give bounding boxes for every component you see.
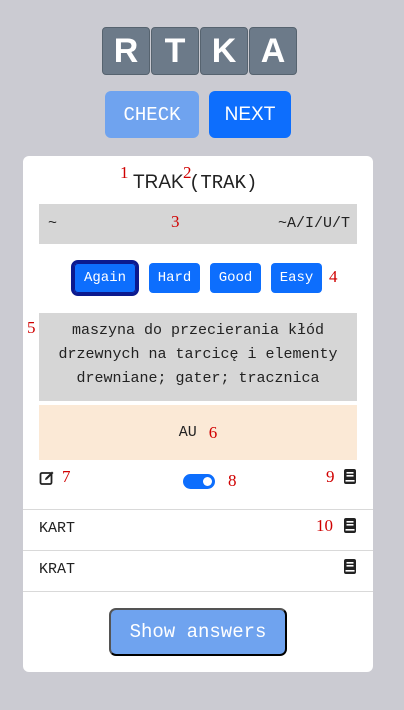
annotation-label: 5 [27, 318, 36, 337]
book-icon[interactable] [344, 559, 356, 574]
letter-tile[interactable]: T [151, 27, 199, 75]
divider [23, 509, 373, 510]
rating-good-button[interactable]: Good [210, 263, 261, 293]
annotation-label: 3 [171, 212, 180, 231]
annotation-label: 9 [326, 467, 335, 486]
edit-icon[interactable] [39, 470, 55, 486]
letter-tiles: R T K A [102, 27, 297, 75]
word-paren: (TRAK) [188, 172, 258, 194]
annotation-label: 10 [316, 516, 333, 535]
rating-again-button[interactable]: Again [71, 260, 139, 296]
letter-tile[interactable]: K [200, 27, 248, 75]
definition-box: maszyna do przecierania kłód drzewnych n… [39, 313, 357, 401]
answer-card: 1 2 TRAK (TRAK) ~ ~A/I/U/T 3 Again Hard … [23, 156, 373, 672]
divider [23, 550, 373, 551]
pattern-box: ~ ~A/I/U/T [39, 204, 357, 244]
au-box: AU 6 [39, 405, 357, 460]
pattern-suffix: ~A/I/U/T [277, 215, 350, 232]
anagram-item[interactable]: KART [39, 520, 75, 537]
anagram-item[interactable]: KRAT [39, 561, 75, 578]
word-text: TRAK [133, 172, 184, 193]
annotation-label: 4 [329, 267, 338, 286]
letter-tile[interactable]: A [249, 27, 297, 75]
show-answers-button[interactable]: Show answers [109, 608, 287, 656]
divider [23, 591, 373, 592]
annotation-label: 7 [62, 467, 71, 486]
next-button[interactable]: NEXT [209, 91, 291, 138]
pattern-prefix: ~ [48, 215, 58, 232]
toggle-switch[interactable] [183, 474, 215, 489]
annotation-label: 1 [120, 163, 129, 182]
check-button[interactable]: CHECK [105, 91, 199, 138]
rating-easy-button[interactable]: Easy [271, 263, 322, 293]
rating-hard-button[interactable]: Hard [149, 263, 200, 293]
answer-word: TRAK (TRAK) [133, 172, 257, 194]
au-text: AU [178, 424, 197, 441]
book-icon[interactable] [344, 518, 356, 533]
annotation-label: 6 [208, 422, 218, 442]
annotation-label: 8 [228, 471, 237, 490]
book-icon[interactable] [344, 469, 356, 484]
letter-tile[interactable]: R [102, 27, 150, 75]
